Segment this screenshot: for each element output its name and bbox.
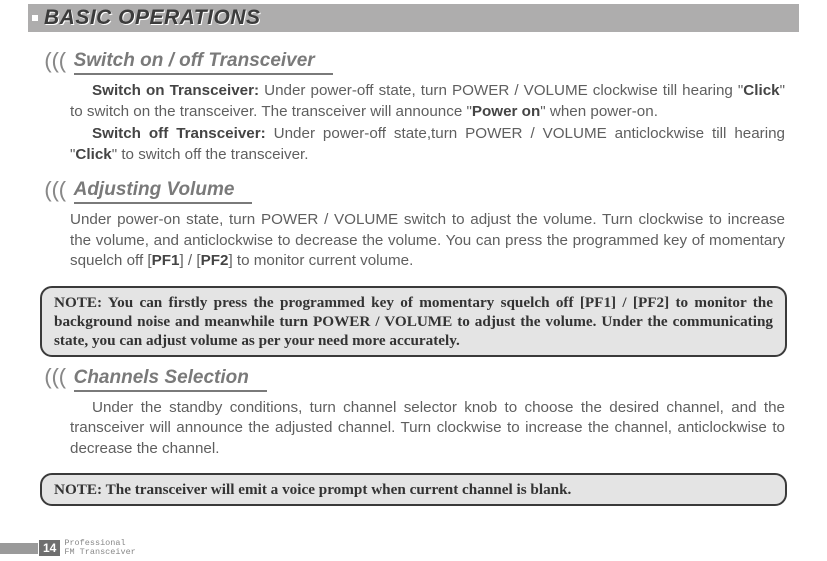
note-box-channels: NOTE: The transceiver will emit a voice … [40, 473, 787, 506]
bold-term: Click [75, 146, 111, 163]
section-body: Switch on Transceiver: Under power-off s… [70, 81, 785, 165]
body-text: " to switch off the transceiver. [112, 146, 309, 163]
section-head: ((( Channels Selection [42, 367, 785, 392]
section-channels: ((( Channels Selection Under the standby… [42, 367, 785, 460]
radio-wave-icon: ((( [42, 181, 64, 203]
lead-label: Switch off Transceiver: [92, 125, 266, 142]
footer-bar-icon [0, 543, 38, 554]
bold-term: Power on [472, 103, 540, 120]
note-text: NOTE: You can firstly press the programm… [54, 294, 773, 349]
section-title: Switch on / off Transceiver [74, 50, 333, 75]
note-box-volume: NOTE: You can firstly press the programm… [40, 286, 787, 357]
section-body: Under the standby conditions, turn chann… [70, 398, 785, 460]
bold-term: PF2 [201, 252, 229, 269]
section-adjust-volume: ((( Adjusting Volume Under power-on stat… [42, 179, 785, 272]
body-text: ] / [ [179, 252, 200, 269]
manual-page: BASIC OPERATIONS ((( Switch on / off Tra… [0, 4, 827, 506]
lead-label: Switch on Transceiver: [92, 82, 259, 99]
section-switch-onoff: ((( Switch on / off Transceiver Switch o… [42, 50, 785, 165]
page-footer: 14 Professional FM Transceiver [0, 539, 136, 557]
section-body: Under power-on state, turn POWER / VOLUM… [70, 210, 785, 272]
section-title: Adjusting Volume [74, 179, 253, 204]
body-text: " when power-on. [540, 103, 658, 120]
note-text: NOTE: The transceiver will emit a voice … [54, 481, 571, 498]
page-banner: BASIC OPERATIONS [28, 4, 799, 32]
footer-caption: Professional FM Transceiver [64, 539, 135, 557]
bold-term: Click [743, 82, 779, 99]
body-text: Under power-off state, turn POWER / VOLU… [259, 82, 743, 99]
radio-wave-icon: ((( [42, 52, 64, 74]
body-text: ] to monitor current volume. [228, 252, 413, 269]
section-head: ((( Adjusting Volume [42, 179, 785, 204]
section-title: Channels Selection [74, 367, 267, 392]
banner-title: BASIC OPERATIONS [44, 6, 260, 29]
body-text: Under the standby conditions, turn chann… [70, 398, 785, 460]
bold-term: PF1 [152, 252, 180, 269]
page-number: 14 [39, 540, 60, 556]
section-head: ((( Switch on / off Transceiver [42, 50, 785, 75]
radio-wave-icon: ((( [42, 368, 64, 390]
